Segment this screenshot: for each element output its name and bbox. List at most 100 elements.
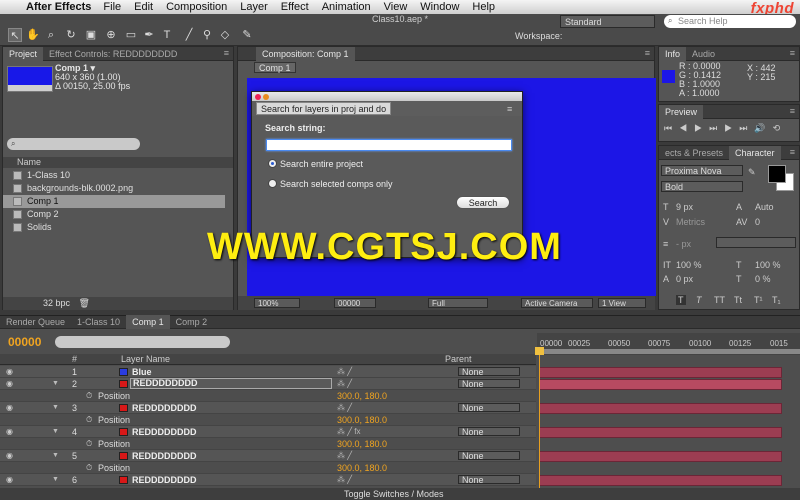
- playback-controls[interactable]: ⏮◀▶⏭▶⏭🔊⟲: [664, 123, 787, 134]
- close-icon[interactable]: [255, 94, 261, 100]
- layer-duration-bar[interactable]: [539, 451, 782, 462]
- faux-italic-button[interactable]: T: [696, 295, 702, 305]
- project-item[interactable]: Comp 1: [3, 195, 225, 208]
- layer-switches[interactable]: ⁂ ╱: [337, 450, 352, 462]
- layer-duration-bar[interactable]: [539, 427, 782, 438]
- small-caps-button[interactable]: Tt: [734, 295, 742, 305]
- mask-tool-icon[interactable]: ▭: [124, 28, 138, 42]
- tsume-field[interactable]: 0 %: [755, 274, 771, 284]
- app-menu[interactable]: After Effects: [26, 1, 91, 13]
- column-number[interactable]: #: [72, 354, 77, 365]
- tab-effects-presets[interactable]: ects & Presets: [659, 146, 729, 160]
- radio-search-selected-comps[interactable]: [268, 179, 277, 188]
- project-item[interactable]: Solids: [3, 221, 225, 234]
- label-color-swatch[interactable]: [119, 404, 128, 412]
- expand-triangle-icon[interactable]: ▼: [52, 450, 59, 462]
- panel-menu-icon[interactable]: ≡: [790, 147, 795, 157]
- eye-icon[interactable]: ◉: [6, 450, 13, 462]
- minimize-icon[interactable]: [263, 94, 269, 100]
- panel-menu-icon[interactable]: ≡: [224, 48, 229, 58]
- label-color-swatch[interactable]: [119, 368, 128, 376]
- parent-dropdown[interactable]: None: [458, 451, 520, 461]
- rotate-tool-icon[interactable]: ↻: [64, 28, 78, 42]
- stopwatch-icon[interactable]: ⏱: [86, 414, 92, 426]
- menu-window[interactable]: Window: [420, 1, 459, 13]
- subscript-button[interactable]: T₁: [772, 295, 781, 305]
- dialog-titlebar[interactable]: [252, 92, 522, 101]
- stopwatch-icon[interactable]: ⏱: [86, 438, 92, 450]
- pan-behind-tool-icon[interactable]: ⊕: [104, 28, 118, 42]
- leading-field[interactable]: Auto: [755, 202, 774, 212]
- kerning-field[interactable]: Metrics: [676, 217, 705, 227]
- trash-icon[interactable]: 🗑: [79, 298, 90, 308]
- current-time-indicator[interactable]: [539, 347, 540, 500]
- search-help-input[interactable]: Search Help: [664, 15, 796, 28]
- bpc-toggle[interactable]: 32 bpc: [43, 298, 70, 308]
- menu-view[interactable]: View: [384, 1, 408, 13]
- font-style-dropdown[interactable]: Bold: [661, 181, 743, 192]
- expand-triangle-icon[interactable]: ▼: [52, 426, 59, 438]
- layer-row[interactable]: ◉ ▼ 2 REDDDDDDDD ⁂ ╱ None: [0, 378, 536, 390]
- layer-duration-bar[interactable]: [539, 367, 782, 378]
- zoom-tool-icon[interactable]: ⌕: [44, 28, 58, 42]
- layer-name-input[interactable]: REDDDDDDDD: [130, 378, 332, 389]
- label-color-swatch[interactable]: [119, 380, 128, 388]
- vertical-scale-field[interactable]: 100 %: [676, 260, 702, 270]
- property-row[interactable]: ⏱ Position 300.0, 180.0: [0, 438, 536, 450]
- puppet-tool-icon[interactable]: ✎: [240, 28, 254, 42]
- type-tool-icon[interactable]: T: [160, 28, 174, 42]
- eraser-tool-icon[interactable]: ◇: [218, 28, 232, 42]
- layer-row[interactable]: ◉ ▼ 5 REDDDDDDDD ⁂ ╱ None: [0, 450, 536, 462]
- resolution-dropdown[interactable]: Full: [428, 298, 488, 308]
- layer-switches[interactable]: ⁂ ╱: [337, 474, 352, 486]
- tab-comp-1[interactable]: Comp 1: [126, 315, 170, 329]
- property-value[interactable]: 300.0, 180.0: [337, 462, 387, 474]
- search-string-input[interactable]: [266, 139, 512, 151]
- dialog-tab[interactable]: Search for layers in proj and do: [256, 102, 392, 115]
- fill-color-swatch[interactable]: [768, 165, 786, 183]
- selection-tool-icon[interactable]: ↖: [8, 28, 22, 42]
- eye-icon[interactable]: ◉: [6, 378, 13, 390]
- menu-composition[interactable]: Composition: [166, 1, 227, 13]
- font-family-dropdown[interactable]: Proxima Nova: [661, 165, 743, 176]
- menu-animation[interactable]: Animation: [322, 1, 371, 13]
- pen-tool-icon[interactable]: ✒: [142, 28, 156, 42]
- expand-triangle-icon[interactable]: ▼: [52, 474, 59, 486]
- stroke-width-field[interactable]: - px: [676, 239, 691, 249]
- project-search-input[interactable]: [7, 138, 140, 150]
- tab-comp-2[interactable]: Comp 2: [170, 315, 214, 329]
- panel-menu-icon[interactable]: ≡: [790, 106, 795, 116]
- tab-audio[interactable]: Audio: [686, 47, 721, 61]
- stopwatch-icon[interactable]: ⏱: [86, 462, 92, 474]
- layer-name[interactable]: Blue: [132, 366, 152, 378]
- menu-help[interactable]: Help: [472, 1, 495, 13]
- layer-row[interactable]: ◉ ▼ 3 REDDDDDDDD ⁂ ╱ None: [0, 402, 536, 414]
- brush-tool-icon[interactable]: ╱: [182, 28, 196, 42]
- eye-icon[interactable]: ◉: [6, 426, 13, 438]
- menu-effect[interactable]: Effect: [281, 1, 309, 13]
- workspace-dropdown[interactable]: Standard: [560, 15, 655, 28]
- property-row[interactable]: ⏱ Position 300.0, 180.0: [0, 390, 536, 402]
- comp-navigator-tab[interactable]: Comp 1: [254, 62, 296, 73]
- layer-switches[interactable]: ⁂ ╱: [337, 378, 352, 390]
- panel-menu-icon[interactable]: ≡: [507, 104, 512, 114]
- timeline-timecode[interactable]: 00000: [8, 335, 41, 349]
- menu-layer[interactable]: Layer: [240, 1, 268, 13]
- eye-icon[interactable]: ◉: [6, 366, 13, 378]
- font-size-field[interactable]: 9 px: [676, 202, 693, 212]
- property-value[interactable]: 300.0, 180.0: [337, 438, 387, 450]
- view-layout-dropdown[interactable]: 1 View: [598, 298, 646, 308]
- panel-menu-icon[interactable]: ≡: [645, 48, 650, 58]
- label-color-swatch[interactable]: [119, 476, 128, 484]
- layer-row[interactable]: ◉ ▼ 4 REDDDDDDDD ⁂ ╱ fx None: [0, 426, 536, 438]
- label-color-swatch[interactable]: [119, 428, 128, 436]
- search-button[interactable]: Search: [456, 196, 510, 209]
- layer-duration-bar[interactable]: [539, 403, 782, 414]
- camera-tool-icon[interactable]: ▣: [84, 28, 98, 42]
- all-caps-button[interactable]: TT: [714, 295, 725, 305]
- work-area-bar[interactable]: [537, 349, 800, 354]
- expand-triangle-icon[interactable]: ▼: [52, 378, 59, 390]
- radio-search-entire-project[interactable]: [268, 159, 277, 168]
- camera-dropdown[interactable]: Active Camera: [521, 298, 593, 308]
- tab-project[interactable]: Project: [3, 46, 44, 61]
